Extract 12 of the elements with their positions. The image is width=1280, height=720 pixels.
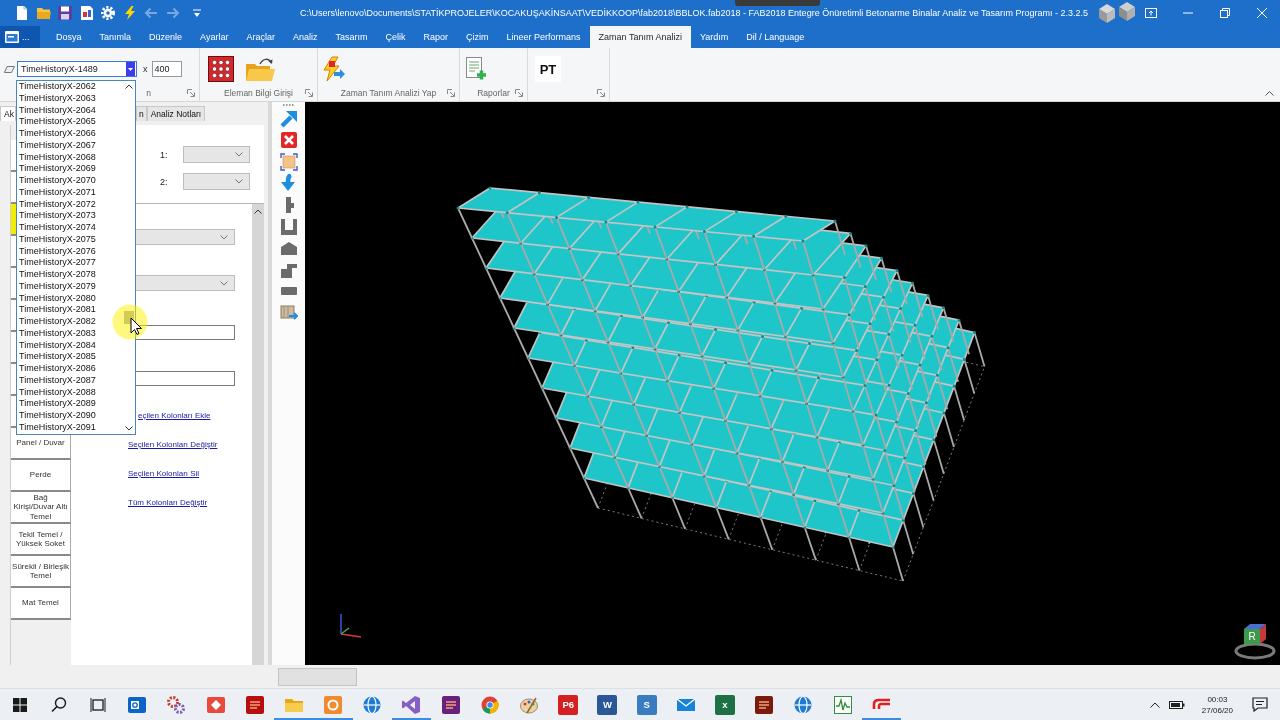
letter-logo: S [636, 694, 657, 715]
scale-label: x [143, 63, 148, 76]
selector-label: 2: [160, 176, 169, 187]
group-label: Eleman Bilgi Girişi [224, 88, 293, 98]
letter-logo: x [714, 694, 735, 715]
letter-logo: W [597, 694, 618, 715]
group-label: n [146, 88, 151, 98]
selector-label: 1: [160, 149, 169, 160]
window-title: C:\Users\lenovo\Documents\STATİKPROJELER\KOCAKUŞAKİNSAAT\VEDİKKOOP\fab2018\BBLOK.fab2018 - FAB2018 Entegre Önüretimli Betonarme Binalar Analiz ve Tasarım Programı - 2.3.2.5 [299, 8, 1089, 18]
group-label: Raporlar [477, 88, 510, 98]
letter-logo: P6 [558, 694, 579, 715]
group-label: Zaman Tanım Analizi Yap [340, 88, 437, 98]
